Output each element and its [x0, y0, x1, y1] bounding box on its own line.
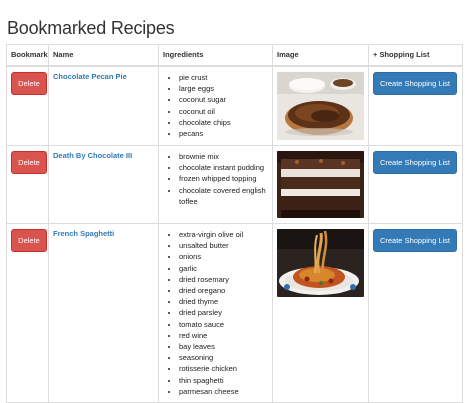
header-bookmark: Bookmark	[6, 44, 49, 67]
image-cell	[272, 222, 369, 403]
recipe-name-link[interactable]: Chocolate Pecan Pie	[53, 72, 127, 81]
page-title: Bookmarked Recipes	[7, 18, 175, 38]
ingredient-item: chocolate chips	[179, 117, 268, 128]
ingredient-item: dried rosemary	[179, 274, 268, 285]
recipe-photo-pecan-pie	[277, 72, 364, 140]
table-header-row: Bookmark Name Ingredients Image + Shoppi…	[6, 44, 463, 67]
header-image: Image	[272, 44, 369, 67]
delete-button[interactable]: Delete	[11, 72, 47, 95]
create-shopping-list-button[interactable]: Create Shopping List	[373, 229, 457, 252]
shopping-list-cell: Create Shopping List	[368, 222, 463, 403]
ingredient-item: coconut sugar	[179, 94, 268, 105]
header-name: Name	[48, 44, 159, 67]
image-cell	[272, 145, 369, 224]
ingredient-item: dried thyme	[179, 296, 268, 307]
header-ingredients: Ingredients	[158, 44, 273, 67]
ingredient-item: dried oregano	[179, 285, 268, 296]
ingredient-item: garlic	[179, 263, 268, 274]
recipe-photo-death-by-chocolate	[277, 151, 364, 218]
ingredient-item: bay leaves	[179, 341, 268, 352]
name-cell: Death By Chocolate III	[48, 145, 159, 224]
ingredients-cell: extra-virgin olive oil unsalted butter o…	[158, 222, 273, 403]
ingredient-item: coconut oil	[179, 106, 268, 117]
ingredient-item: extra-virgin olive oil	[179, 229, 268, 240]
bookmark-cell: Delete	[6, 145, 49, 224]
bookmark-cell: Delete	[6, 65, 49, 146]
delete-button[interactable]: Delete	[11, 151, 47, 174]
ingredient-item: tomato sauce	[179, 319, 268, 330]
ingredient-list: pie crust large eggs coconut sugar cocon…	[163, 72, 268, 139]
recipe-photo-french-spaghetti	[277, 229, 364, 297]
table-row: Delete French Spaghetti extra-virgin oli…	[6, 222, 463, 403]
recipes-table: Bookmark Name Ingredients Image + Shoppi…	[6, 44, 463, 403]
ingredient-item: onions	[179, 251, 268, 262]
ingredient-item: parmesan cheese	[179, 386, 268, 397]
ingredient-list: extra-virgin olive oil unsalted butter o…	[163, 229, 268, 397]
ingredients-cell: brownie mix chocolate instant pudding fr…	[158, 145, 273, 224]
delete-button[interactable]: Delete	[11, 229, 47, 252]
ingredient-list: brownie mix chocolate instant pudding fr…	[163, 151, 268, 207]
create-shopping-list-button[interactable]: Create Shopping List	[373, 72, 457, 95]
ingredient-item: thin spaghetti	[179, 375, 268, 386]
ingredients-cell: pie crust large eggs coconut sugar cocon…	[158, 65, 273, 146]
create-shopping-list-button[interactable]: Create Shopping List	[373, 151, 457, 174]
ingredient-item: large eggs	[179, 83, 268, 94]
ingredient-item: red wine	[179, 330, 268, 341]
ingredient-item: chocolate covered english toffee	[179, 185, 268, 207]
table-row: Delete Death By Chocolate III brownie mi…	[6, 145, 463, 224]
ingredient-item: pecans	[179, 128, 268, 139]
shopping-list-cell: Create Shopping List	[368, 145, 463, 224]
ingredient-item: brownie mix	[179, 151, 268, 162]
bookmark-cell: Delete	[6, 222, 49, 403]
header-shopping-list: + Shopping List	[368, 44, 463, 67]
shopping-list-cell: Create Shopping List	[368, 65, 463, 146]
ingredient-item: unsalted butter	[179, 240, 268, 251]
ingredient-item: seasoning	[179, 352, 268, 363]
ingredient-item: dried parsley	[179, 307, 268, 318]
name-cell: French Spaghetti	[48, 222, 159, 403]
page: Bookmarked Recipes Bookmark Name Ingredi…	[0, 0, 465, 403]
recipe-name-link[interactable]: French Spaghetti	[53, 229, 114, 238]
table-row: Delete Chocolate Pecan Pie pie crust lar…	[6, 65, 463, 146]
image-cell	[272, 65, 369, 146]
ingredient-item: frozen whipped topping	[179, 173, 268, 184]
recipe-name-link[interactable]: Death By Chocolate III	[53, 151, 132, 160]
ingredient-item: pie crust	[179, 72, 268, 83]
ingredient-item: chocolate instant pudding	[179, 162, 268, 173]
name-cell: Chocolate Pecan Pie	[48, 65, 159, 146]
ingredient-item: rotisserie chicken	[179, 363, 268, 374]
